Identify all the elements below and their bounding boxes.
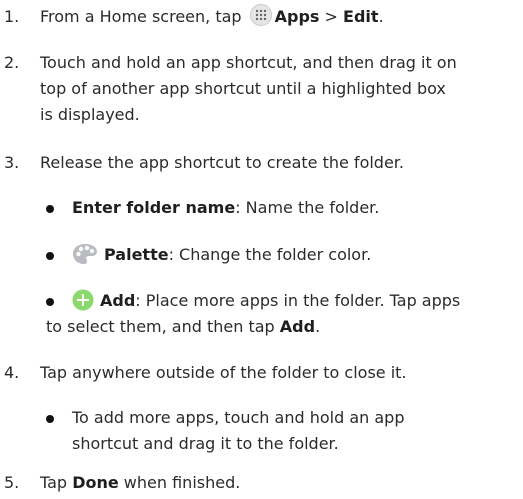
add-circle-icon: [72, 289, 94, 311]
bullet-dot: [46, 252, 54, 260]
step-number: 2.: [4, 53, 20, 72]
apps-label: Apps: [274, 7, 320, 26]
step-3-text: Release the app shortcut to create the f…: [40, 153, 404, 172]
step-number: 4.: [4, 363, 20, 382]
step-2-line-3: is displayed.: [40, 105, 140, 124]
add-label-inline: Add: [279, 317, 316, 336]
instructions-document: 1. From a Home screen, tap Apps > Edit. …: [0, 0, 523, 499]
done-label: Done: [72, 473, 119, 492]
bullet-line-2: shortcut and drag it to the folder.: [72, 434, 339, 453]
bullet-dot: [46, 415, 54, 423]
step-2-line-2: top of another app shortcut until a high…: [40, 79, 446, 98]
palette-label: Palette: [104, 245, 169, 264]
step-number: 3.: [4, 153, 20, 172]
palette-icon: [72, 243, 98, 265]
step-1-text: From a Home screen, tap: [40, 7, 242, 26]
step-number: 1.: [4, 7, 20, 26]
apps-grid-icon: [249, 4, 272, 26]
step-2-line-1: Touch and hold an app shortcut, and then…: [40, 53, 457, 72]
menu-separator: >: [324, 7, 338, 26]
bullet-dot: [46, 298, 54, 306]
step-4-text: Tap anywhere outside of the folder to cl…: [40, 363, 407, 382]
enter-folder-name-label: Enter folder name: [72, 198, 236, 217]
edit-label: Edit: [343, 7, 379, 26]
add-label: Add: [100, 291, 136, 310]
bullet-line-1: To add more apps, touch and hold an app: [72, 408, 405, 427]
bullet-dot: [46, 205, 54, 213]
step-number: 5.: [4, 473, 20, 492]
